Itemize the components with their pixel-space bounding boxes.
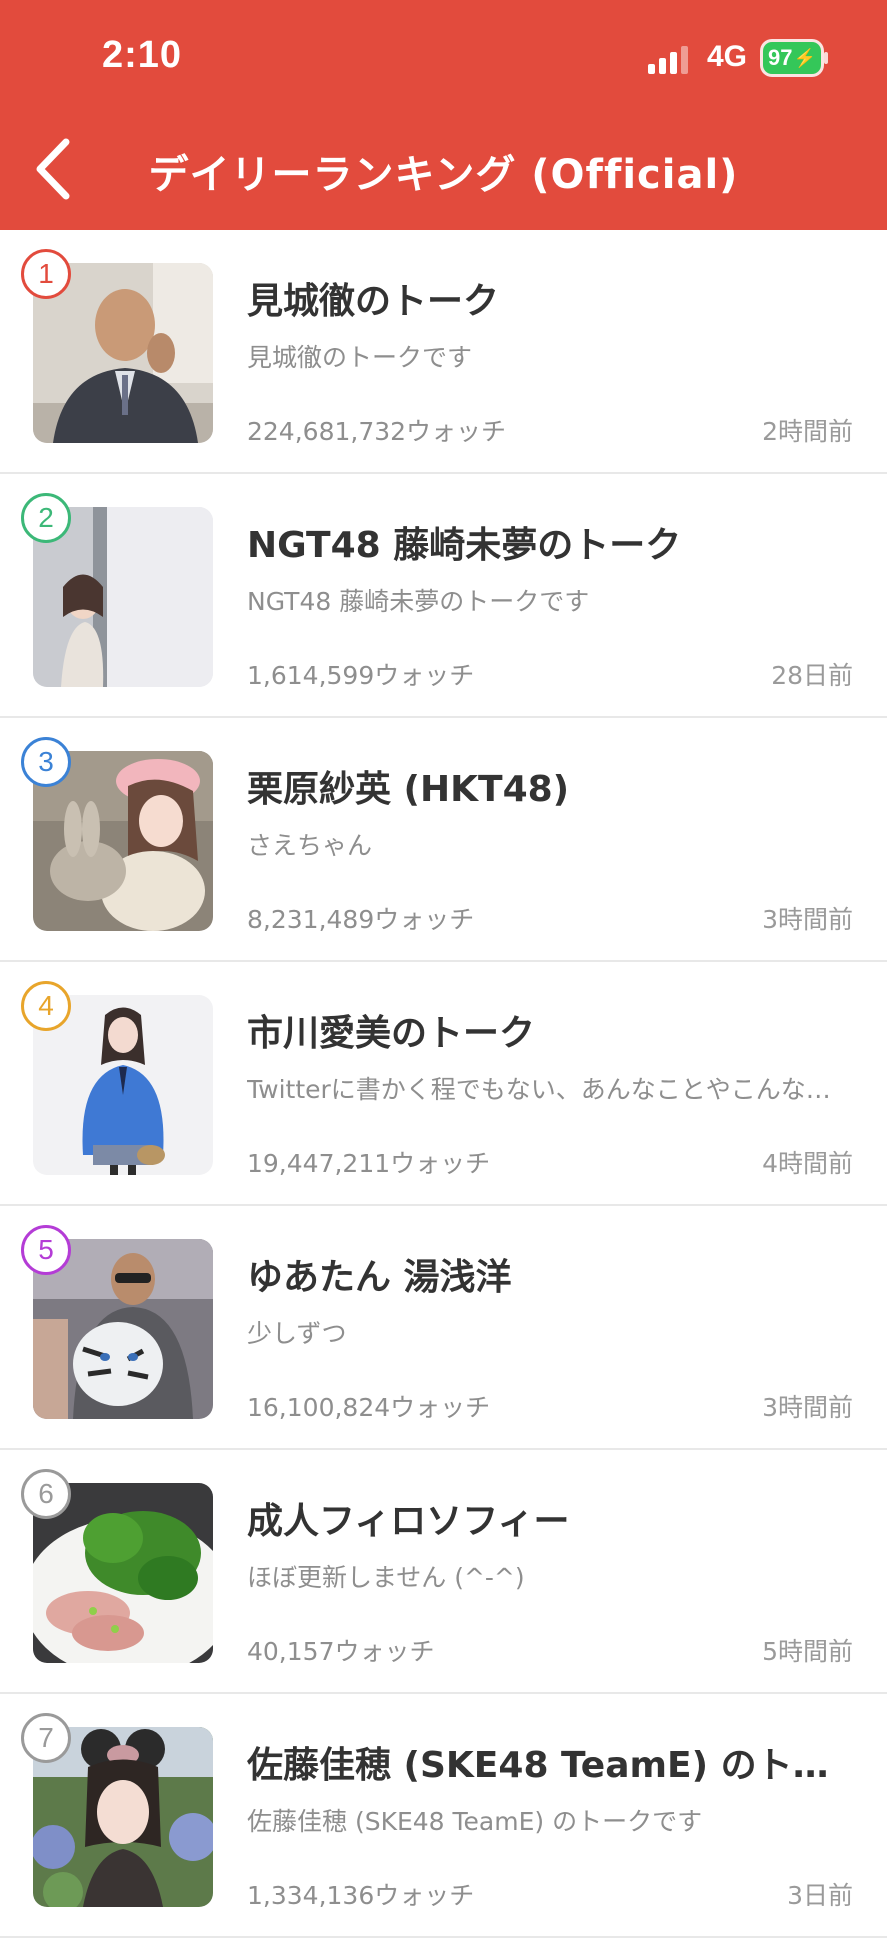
status-time: 2:10 (102, 34, 183, 76)
talk-description: Twitterに書かく程でもない、あんなことやこんなこと (247, 1075, 847, 1104)
ranking-row[interactable]: 6 成人フィロソフィー ほぼ更新しません (^-^) 40,157ウォッチ 5時… (0, 1450, 887, 1694)
talk-description: 見城徹のトークです (247, 343, 473, 372)
talk-title: 栗原紗英 (HKT48) (247, 769, 570, 810)
network-type: 4G (707, 40, 748, 73)
page-title: デイリーランキング (Official) (148, 152, 739, 198)
ranking-row[interactable]: 1 見城徹のトーク 見城徹のトークです 224,681,732ウォッチ 2時間前 (0, 230, 887, 474)
rank-number: 3 (38, 746, 54, 777)
rank-number: 2 (38, 502, 54, 533)
signal-icon (648, 44, 692, 74)
ranking-row[interactable]: 4 市川愛美のトーク Twitterに書かく程でもない、あんなことやこんなこと … (0, 962, 887, 1206)
watch-count: 1,614,599ウォッチ (247, 661, 475, 690)
talk-description: 佐藤佳穂 (SKE48 TeamE) のトークです (247, 1807, 703, 1836)
rank-number: 5 (38, 1234, 54, 1265)
ranking-row[interactable]: 5 ゆあたん 湯浅洋 少しずつ 16,100,824ウォッチ 3時間前 (0, 1206, 887, 1450)
talk-description: ほぼ更新しません (^-^) (247, 1563, 525, 1592)
rank-badge: 7 (21, 1713, 71, 1763)
app-header: 2:10 4G 97 ⚡ デイリーランキング (Official) (0, 0, 887, 230)
updated-time: 3時間前 (762, 905, 853, 934)
talk-title: NGT48 藤崎未夢のトーク (247, 525, 682, 566)
ranking-row[interactable]: 7 佐藤佳穂 (SKE48 TeamE) のトーク 佐藤佳穂 (SKE48 Te… (0, 1694, 887, 1938)
rank-number: 4 (38, 990, 54, 1021)
talk-title: 見城徹のトーク (247, 281, 500, 322)
talk-description: 少しずつ (247, 1319, 347, 1348)
rank-badge: 6 (21, 1469, 71, 1519)
ranking-row[interactable]: 2 NGT48 藤崎未夢のトーク NGT48 藤崎未夢のトークです 1,614,… (0, 474, 887, 718)
talk-description: NGT48 藤崎未夢のトークです (247, 587, 590, 616)
watch-count: 40,157ウォッチ (247, 1637, 435, 1666)
watch-count: 224,681,732ウォッチ (247, 417, 507, 446)
battery-level: 97 (768, 45, 793, 70)
battery-cap (824, 52, 828, 64)
updated-time: 2時間前 (762, 417, 853, 446)
watch-count: 16,100,824ウォッチ (247, 1393, 491, 1422)
updated-time: 3時間前 (762, 1393, 853, 1422)
talk-title: 市川愛美のトーク (247, 1013, 536, 1054)
rank-badge: 2 (21, 493, 71, 543)
rank-badge: 1 (21, 249, 71, 299)
talk-title: ゆあたん 湯浅洋 (247, 1257, 512, 1298)
talk-description: さえちゃん (247, 831, 373, 860)
watch-count: 8,231,489ウォッチ (247, 905, 475, 934)
rank-badge: 3 (21, 737, 71, 787)
rank-number: 7 (38, 1722, 54, 1753)
watch-count: 1,334,136ウォッチ (247, 1881, 475, 1910)
rank-badge: 5 (21, 1225, 71, 1275)
updated-time: 4時間前 (762, 1149, 853, 1178)
updated-time: 3日前 (787, 1881, 853, 1910)
ranking-list: 1 見城徹のトーク 見城徹のトークです 224,681,732ウォッチ 2時間前… (0, 230, 887, 1938)
rank-number: 1 (38, 258, 54, 289)
updated-time: 5時間前 (762, 1637, 853, 1666)
ranking-row[interactable]: 3 栗原紗英 (HKT48) さえちゃん 8,231,489ウォッチ 3時間前 (0, 718, 887, 962)
rank-badge: 4 (21, 981, 71, 1031)
talk-title: 成人フィロソフィー (247, 1501, 570, 1542)
updated-time: 28日前 (771, 661, 853, 690)
watch-count: 19,447,211ウォッチ (247, 1149, 491, 1178)
battery-icon: 97 ⚡ (763, 42, 821, 74)
rank-number: 6 (38, 1478, 54, 1509)
talk-title: 佐藤佳穂 (SKE48 TeamE) のトーク (247, 1745, 862, 1786)
